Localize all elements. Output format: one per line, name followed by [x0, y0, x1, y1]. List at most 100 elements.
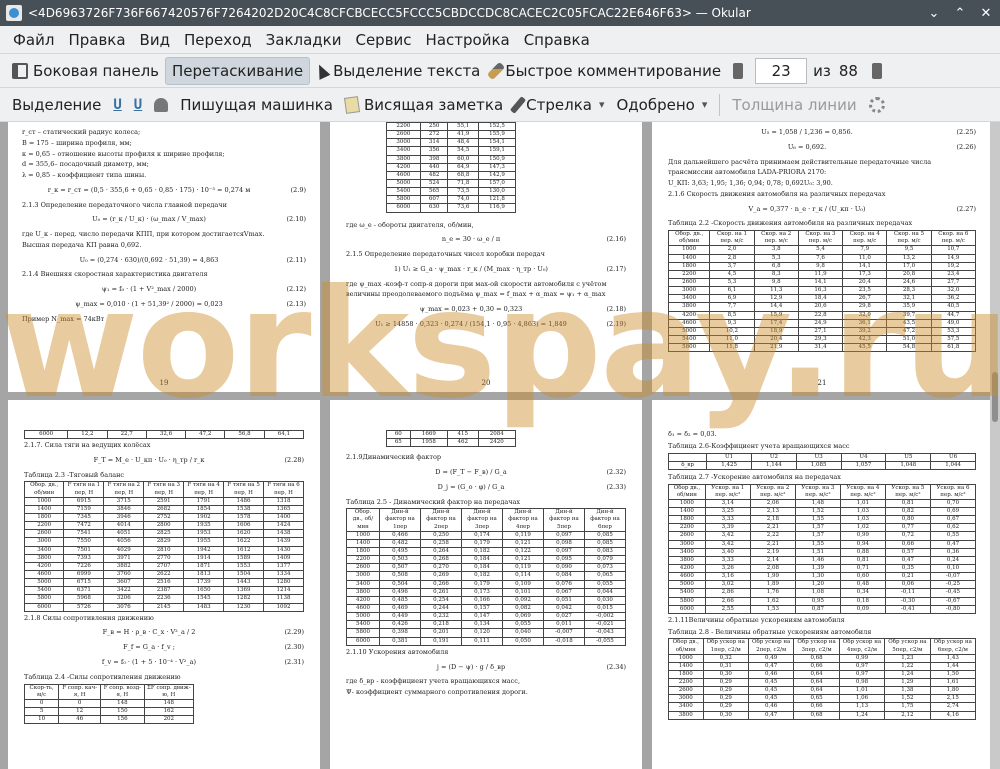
table-header-cell: Обор. дв., об/мин [23, 481, 65, 498]
table-cell: 0,069 [502, 612, 544, 622]
menu-edit[interactable]: Правка [61, 29, 132, 51]
table-cell: 1538 [223, 504, 264, 515]
table-cell: 0,030 [583, 595, 627, 606]
previous-page-icon [733, 62, 744, 79]
vertical-scrollbar[interactable] [990, 122, 1000, 769]
table-cell: 5000 [667, 326, 711, 336]
squiggle-tool-button[interactable]: U [128, 93, 148, 117]
dynamic-factor-table: Обор. дв., об/мин Дин-й фактор на 1пер Дин… [345, 508, 627, 646]
table-cell: 54,5 [447, 146, 480, 156]
table-row: 1800 0,495 0,264 0,182 0,122 0,097 0,083 [345, 547, 627, 557]
table-cell: 0,64 [793, 686, 840, 696]
table-cell: 0,398 [379, 628, 422, 638]
menu-bookmarks[interactable]: Закладки [259, 29, 349, 51]
menu-view[interactable]: Вид [133, 29, 177, 51]
highlight-tool-label: Выделение [12, 95, 102, 114]
table-cell: 0,076 [542, 579, 585, 589]
table-header-cell: Ускор. на 2 пер. м/с² [749, 483, 796, 500]
menu-tools[interactable]: Сервис [348, 29, 418, 51]
table-cell: 0,082 [502, 604, 544, 614]
menu-file[interactable]: Файл [6, 29, 61, 51]
table-row: 2600 3,42 2,22 1,57 0,99 0,72 0,55 [668, 531, 977, 541]
table-cell: 0,098 [542, 538, 585, 549]
table-cell: 3800 [23, 553, 65, 563]
table-cell: 0,47 [747, 661, 795, 671]
table-cell: 0,06 [884, 580, 931, 590]
table-cell: 47,2 [886, 326, 932, 336]
table-cell: 1,057 [840, 460, 887, 470]
text-select-button[interactable]: Выделение текста [310, 58, 486, 84]
table-header-cell: Скор-ть, м/с [23, 683, 60, 700]
quick-comment-button[interactable]: Быстрое комментирование [486, 58, 727, 84]
stamp-tool-button[interactable] [148, 94, 174, 116]
table-cell: 51,0 [886, 334, 932, 345]
table-cell: 20,6 [797, 302, 844, 312]
table-row: 3800 398 60,0 150,9 [386, 154, 516, 164]
table-cell: 2682 [143, 504, 185, 515]
drag-mode-button[interactable]: Перетаскивание [165, 56, 311, 85]
previous-page-button[interactable] [727, 59, 749, 83]
table-cell: 53,3 [930, 326, 977, 336]
text-line: Ψ- коэффициент суммарного сопротивления … [346, 688, 528, 697]
sidebar-toggle-button[interactable]: Боковая панель [6, 58, 165, 84]
underline-tool-button[interactable]: U [107, 93, 127, 117]
table-row: 6000 0,381 0,191 0,111 0,050 -0,018 -0,055 [345, 636, 627, 646]
table-row: 3800 0,496 0,261 0,173 0,101 0,067 0,044 [345, 587, 627, 597]
table-cell: 49,0 [930, 318, 977, 328]
text-line: трансмиссии автомобиля LADA-PRIORA 2170: [668, 168, 827, 177]
section-heading: 2.1.4 Внешняя скоростная характеристика … [22, 270, 208, 279]
table-header-cell: Обор дв., об/мин [668, 483, 706, 500]
table-cell: 1,50 [929, 669, 977, 680]
table-cell: 0,218 [420, 620, 463, 630]
annotation-settings-button[interactable] [863, 93, 891, 117]
maximize-icon[interactable]: ⌃ [952, 6, 968, 21]
chevron-down-icon[interactable]: ▾ [597, 98, 605, 111]
table-cell: 29,3 [797, 334, 844, 345]
page-number-input[interactable]: 23 [755, 57, 808, 84]
table-row: 4600 6999 3760 2622 1813 1504 1334 [23, 569, 304, 580]
table-cell: 154,1 [478, 138, 516, 148]
table-cell: 3400 [668, 547, 706, 557]
note-tool-button[interactable]: Висящая заметка [339, 92, 509, 118]
table-cell: 1612 [223, 545, 264, 555]
table-header-cell: F тяги на 4 пер, Н [183, 481, 225, 498]
close-icon[interactable]: ✕ [978, 6, 994, 21]
equation: U₆ = 0,692. (2.26) [787, 142, 976, 151]
typewriter-tool-button[interactable]: Пишущая машинка [174, 92, 339, 118]
table-cell: 524 [419, 178, 449, 189]
scrollbar-thumb[interactable] [992, 372, 998, 422]
page-24: δ₁ = δ₂ = 0,03. Таблица 2.6-Коэффициент … [652, 400, 992, 769]
table-row: 5 12 150 162 [23, 706, 195, 717]
menu-help[interactable]: Справка [517, 29, 597, 51]
table-row: 2200 250 55,1 152,5 [386, 122, 516, 132]
table-cell: 2,19 [749, 547, 796, 557]
table-row: 5000 6715 3607 2516 1739 1443 1280 [23, 578, 304, 588]
next-page-button[interactable] [866, 59, 888, 83]
table-cell: 147,3 [478, 162, 516, 172]
menu-go[interactable]: Переход [177, 29, 259, 51]
table-row: 6000 5726 3076 2145 1483 1230 1092 [23, 602, 304, 612]
table-header-cell: Дин-й фактор на 1пер [379, 508, 422, 532]
menu-settings[interactable]: Настройка [419, 29, 517, 51]
table-cell: 3076 [103, 602, 145, 612]
approved-stamp-button[interactable]: Одобрено ▾ [610, 92, 713, 118]
table-cell: 20,4 [842, 277, 888, 288]
table-cell: 2825 [143, 529, 185, 539]
table-cell: 415 [447, 429, 479, 440]
table-cell: 54,8 [886, 343, 932, 353]
table-cell: 0,097 [542, 547, 585, 557]
table-header-cell: Обор дв., об/мин [668, 638, 704, 655]
table-cell: 1,144 [750, 460, 797, 470]
equation: j = (D − ψ) · g / δ_вр (2.34) [436, 662, 626, 671]
table-cell: 7,6 [797, 253, 844, 263]
minimize-icon[interactable]: ⌄ [926, 6, 942, 21]
line-width-button[interactable]: Толщина линии [726, 92, 862, 118]
arrow-tool-button[interactable]: Стрелка ▾ [509, 92, 610, 118]
document-view[interactable]: r_ст – статический радиус колеса; B = 17… [0, 122, 1000, 769]
table-cell: 3800 [668, 710, 704, 720]
table-cell: 2829 [143, 537, 185, 547]
equation: D_j = (G_o · φ) / G_a (2.33) [437, 482, 626, 491]
chevron-down-icon[interactable]: ▾ [700, 98, 708, 111]
page-number: 20 [481, 378, 491, 387]
highlight-tool-button[interactable]: Выделение [6, 92, 107, 118]
